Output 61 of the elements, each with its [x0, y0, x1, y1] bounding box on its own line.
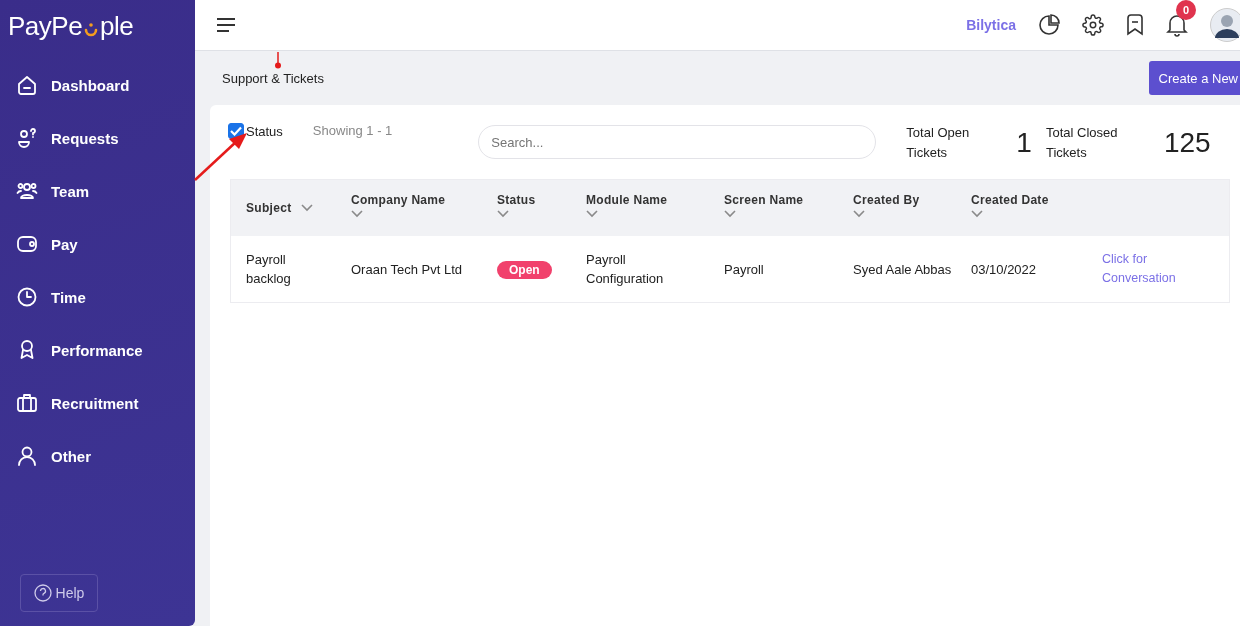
column-header[interactable]: Subject: [246, 201, 292, 215]
column-header[interactable]: Screen Name: [724, 192, 804, 207]
help-button[interactable]: Help: [20, 574, 98, 612]
column-header[interactable]: Company Name: [351, 192, 446, 207]
chevron-down-icon[interactable]: [586, 209, 598, 218]
table-cell-text: Payroll: [724, 260, 764, 279]
stat-label: Total Closed Tickets: [1045, 124, 1119, 162]
user-icon: [16, 445, 38, 467]
stat-value: 125: [1163, 127, 1211, 159]
status-label: Status: [246, 123, 283, 139]
conversation-link[interactable]: Click for Conversation: [1102, 250, 1192, 288]
chevron-down-icon[interactable]: [853, 209, 865, 218]
clock-icon: [16, 286, 38, 308]
nav-item[interactable]: Performance: [0, 339, 195, 361]
group-icon: [16, 180, 38, 202]
chevron-down-icon[interactable]: [301, 204, 314, 212]
table-cell-text: 03/10/2022: [971, 260, 1037, 279]
logo-text: ple: [100, 10, 134, 42]
briefcase-icon: [16, 392, 38, 414]
logo-text: PayPe: [8, 10, 83, 42]
notification-badge: 0: [1176, 0, 1196, 20]
nav-item[interactable]: Team: [0, 180, 195, 202]
create-button[interactable]: Create a New: [1148, 61, 1240, 95]
column-header[interactable]: Module Name: [586, 192, 668, 207]
search-field[interactable]: Search...: [478, 125, 877, 159]
table-cell-text: Payroll Configuration: [586, 251, 665, 288]
table-cell-text: Oraan Tech Pvt Ltd: [351, 260, 463, 279]
nav-item[interactable]: Time: [0, 286, 195, 308]
settings-icon[interactable]: [1082, 14, 1104, 36]
question-icon: [33, 584, 52, 602]
menu-icon[interactable]: [217, 18, 235, 32]
nav-item[interactable]: Recruitment: [0, 392, 195, 414]
nav-item[interactable]: Dashboard: [0, 74, 195, 96]
annotation-marker: [274, 52, 282, 70]
chevron-down-icon[interactable]: [724, 209, 736, 218]
status-badge: Open: [497, 260, 552, 279]
table-cell-text: Syed Aale Abbas: [853, 260, 952, 279]
nav-item[interactable]: Requests: [0, 127, 195, 149]
bookmark-icon[interactable]: [1126, 14, 1144, 36]
stat-label: Total Open Tickets: [906, 124, 971, 162]
column-header[interactable]: Status: [497, 192, 536, 207]
chevron-down-icon[interactable]: [971, 209, 983, 218]
chevron-down-icon[interactable]: [351, 209, 363, 218]
nav-item[interactable]: Other: [0, 445, 195, 467]
chevron-down-icon[interactable]: [497, 209, 509, 218]
table-cell-text: Payroll backlog: [246, 251, 292, 288]
home-icon: [16, 74, 38, 96]
wallet-icon: [16, 233, 38, 255]
showing-count: Showing 1 - 1: [312, 123, 393, 138]
page-title: Support & Tickets: [222, 70, 324, 86]
annotation-arrow: [194, 132, 248, 182]
brand-link[interactable]: Bilytica: [966, 17, 1016, 33]
avatar[interactable]: [1210, 8, 1240, 42]
stat-value: 1: [1016, 127, 1032, 159]
ring-icon: [83, 21, 100, 37]
column-header[interactable]: Created Date: [971, 192, 1049, 207]
column-header[interactable]: Created By: [853, 192, 920, 207]
pie-chart-icon[interactable]: [1038, 14, 1060, 36]
nav-item[interactable]: Pay: [0, 233, 195, 255]
user-question-icon: [16, 127, 38, 149]
bell-icon[interactable]: [1166, 13, 1188, 37]
